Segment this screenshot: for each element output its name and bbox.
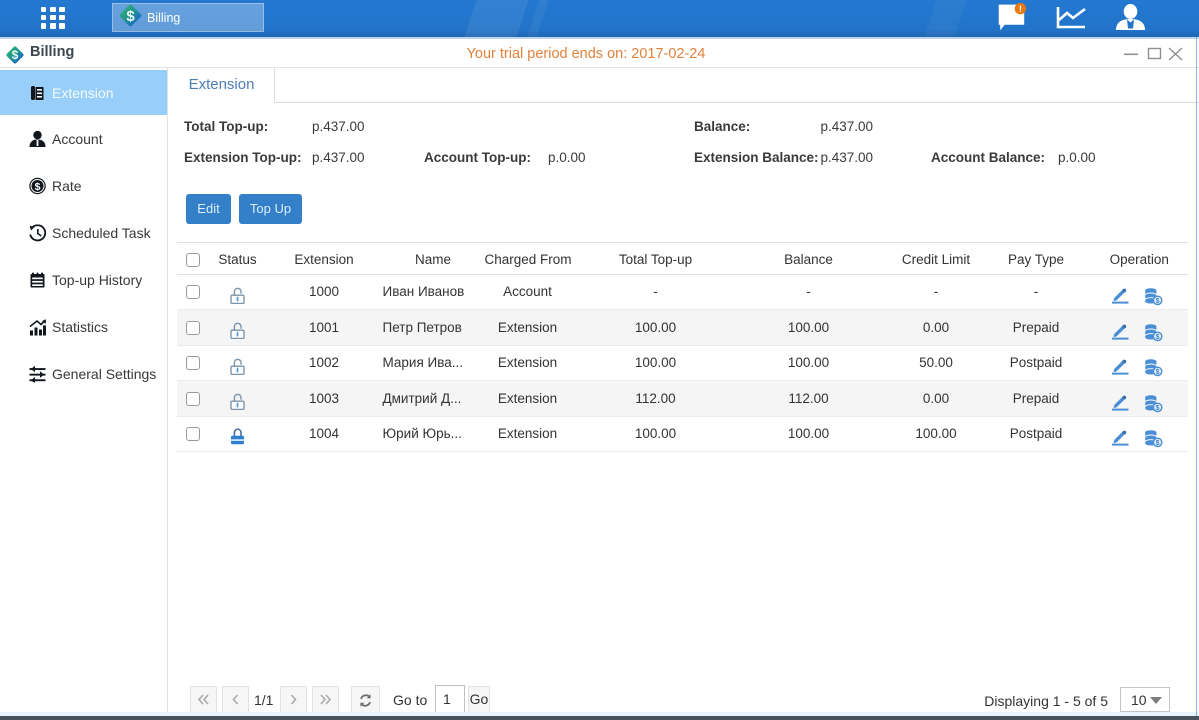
svg-text:$: $: [126, 8, 135, 25]
svg-text:$: $: [35, 180, 41, 192]
svg-text:$: $: [1155, 405, 1159, 412]
svg-text:$: $: [1155, 369, 1159, 376]
svg-text:$: $: [1155, 298, 1159, 305]
svg-text:!: !: [1019, 4, 1022, 15]
svg-text:$: $: [1155, 334, 1159, 341]
svg-text:$: $: [1155, 440, 1159, 447]
svg-text:$: $: [12, 48, 19, 62]
